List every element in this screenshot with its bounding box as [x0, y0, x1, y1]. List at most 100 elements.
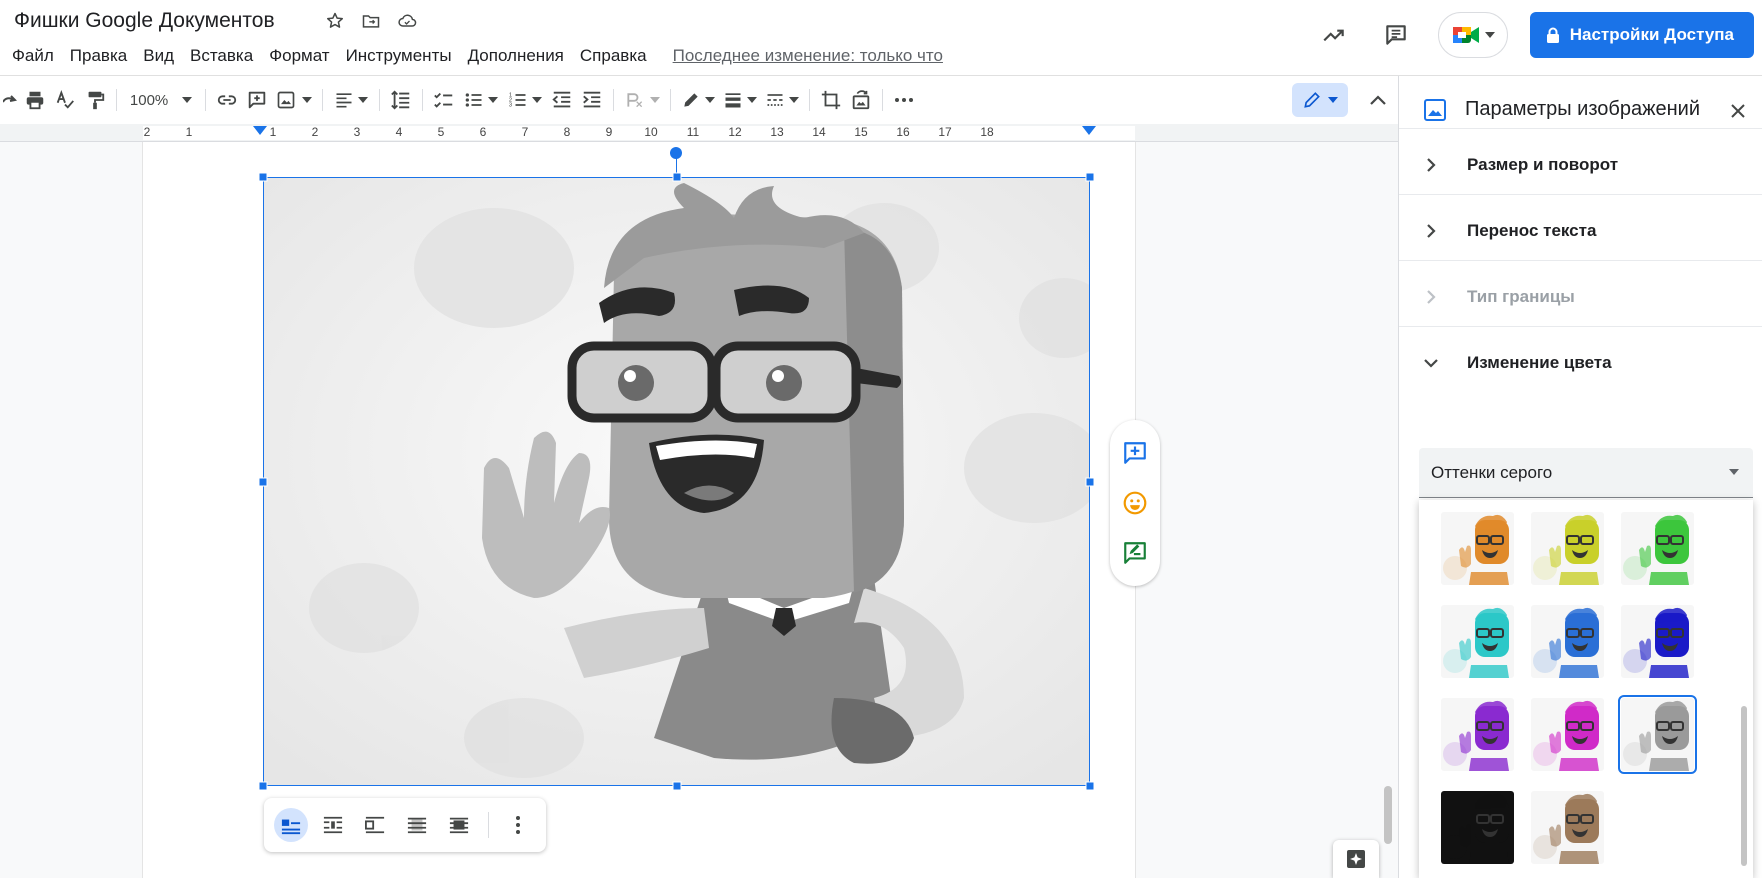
chevron-down-icon [1328, 97, 1338, 103]
crop-icon[interactable] [816, 84, 846, 116]
redo-icon[interactable] [0, 84, 20, 116]
menu-addons[interactable]: Дополнения [460, 44, 572, 68]
resize-handle-bottom[interactable] [672, 781, 681, 791]
share-button[interactable]: Настройки Доступа [1529, 12, 1754, 58]
suggest-edits-icon[interactable] [1117, 535, 1153, 571]
numbered-list-button[interactable]: 123 [503, 84, 547, 116]
ruler-number: 3 [353, 125, 361, 139]
menu-help[interactable]: Справка [572, 44, 655, 68]
ruler-number: 14 [812, 125, 826, 139]
recolor-swatch-grayscale[interactable] [1618, 695, 1697, 774]
decrease-indent-icon[interactable] [547, 84, 577, 116]
print-icon[interactable] [20, 84, 50, 116]
comment-history-icon[interactable] [1376, 15, 1416, 55]
recolor-swatch-purple[interactable] [1441, 698, 1514, 771]
last-edit-link[interactable]: Последнее изменение: только что [673, 46, 943, 66]
move-to-folder-icon[interactable] [358, 8, 384, 34]
left-indent-marker[interactable] [253, 126, 267, 135]
bulleted-list-button[interactable] [459, 84, 503, 116]
recolor-swatch-cyan[interactable] [1441, 605, 1514, 678]
meet-button[interactable] [1437, 12, 1508, 58]
recolor-swatch-green[interactable] [1621, 512, 1694, 585]
clear-formatting-button[interactable] [620, 84, 664, 116]
resize-handle-right[interactable] [1085, 477, 1095, 486]
menu-bar: Файл Правка Вид Вставка Формат Инструмен… [4, 44, 943, 68]
in-front-of-text-icon[interactable] [442, 808, 476, 842]
recolor-swatch-dark-blue[interactable] [1621, 605, 1694, 678]
align-button[interactable] [329, 84, 373, 116]
menu-file[interactable]: Файл [4, 44, 62, 68]
explore-button[interactable] [1333, 840, 1379, 878]
popup-scrollbar[interactable] [1741, 706, 1747, 866]
add-comment-floating-icon[interactable] [1117, 435, 1153, 471]
resize-handle-bottom-left[interactable] [258, 781, 268, 791]
resize-handle-top[interactable] [672, 172, 681, 182]
cloud-saved-icon[interactable] [394, 8, 420, 34]
insert-link-icon[interactable] [212, 84, 242, 116]
resize-handle-top-left[interactable] [258, 172, 268, 182]
activity-dashboard-icon[interactable] [1314, 15, 1354, 55]
ruler-number: 8 [563, 125, 571, 139]
menu-view[interactable]: Вид [135, 44, 182, 68]
menu-insert[interactable]: Вставка [182, 44, 261, 68]
chevron-down-icon [1421, 353, 1441, 373]
section-label: Перенос текста [1467, 220, 1597, 240]
chevron-down-icon [358, 97, 368, 103]
break-text-icon[interactable] [358, 808, 392, 842]
recolor-swatch-yellow[interactable] [1531, 512, 1604, 585]
rotate-handle[interactable] [670, 147, 682, 159]
resize-handle-top-right[interactable] [1085, 172, 1095, 182]
recolor-swatch-blue[interactable] [1531, 605, 1604, 678]
more-vert-icon[interactable] [501, 808, 535, 842]
dropdown-arrow-icon [1729, 469, 1739, 475]
horizontal-ruler[interactable]: 2 1 1 2 3 4 5 6 7 8 9 10 11 12 13 14 15 16 17 18 [0, 124, 1398, 142]
recolor-dropdown[interactable]: Оттенки серого [1419, 448, 1753, 498]
menu-tools[interactable]: Инструменты [338, 44, 460, 68]
menu-format[interactable]: Формат [261, 44, 337, 68]
insert-image-button[interactable] [272, 84, 316, 116]
resize-handle-bottom-right[interactable] [1085, 781, 1095, 791]
spellcheck-icon[interactable] [50, 84, 80, 116]
wrap-text-icon[interactable] [316, 808, 350, 842]
star-icon[interactable] [322, 8, 348, 34]
recolor-swatch-orange[interactable] [1441, 512, 1514, 585]
swatch-preview [1441, 791, 1514, 864]
paint-format-icon[interactable] [80, 84, 110, 116]
recolor-swatch-magenta[interactable] [1531, 698, 1604, 771]
hide-menus-button[interactable] [1362, 84, 1394, 116]
section-recolor[interactable]: Изменение цвета [1399, 326, 1762, 398]
right-indent-marker[interactable] [1082, 126, 1096, 135]
checklist-icon[interactable] [429, 84, 459, 116]
increase-indent-icon[interactable] [577, 84, 607, 116]
close-icon[interactable] [1721, 94, 1755, 128]
swatch-preview [1531, 791, 1604, 864]
border-color-button[interactable] [677, 84, 719, 116]
replace-image-icon[interactable] [846, 84, 876, 116]
chevron-down-icon [747, 97, 757, 103]
section-size-rotation[interactable]: Размер и поворот [1399, 128, 1762, 200]
editing-mode-button[interactable] [1292, 83, 1348, 117]
pencil-icon [1304, 92, 1320, 108]
add-emoji-reaction-icon[interactable] [1117, 485, 1153, 521]
behind-text-icon[interactable] [400, 808, 434, 842]
add-comment-icon[interactable] [242, 84, 272, 116]
border-dash-button[interactable] [761, 84, 803, 116]
waving-character-illustration [264, 178, 1089, 785]
border-weight-button[interactable] [719, 84, 761, 116]
inline-wrap-icon[interactable] [274, 808, 308, 842]
section-text-wrapping[interactable]: Перенос текста [1399, 194, 1762, 266]
meet-icon [1452, 27, 1479, 43]
line-spacing-icon[interactable] [386, 84, 416, 116]
recolor-swatch-sepia[interactable] [1531, 791, 1604, 864]
swatch-preview [1441, 698, 1514, 771]
lock-icon [1546, 27, 1559, 43]
menu-edit[interactable]: Правка [62, 44, 135, 68]
resize-handle-left[interactable] [258, 477, 268, 486]
image-options-panel: Параметры изображений Размер и поворот П… [1398, 76, 1762, 878]
document-title[interactable]: Фишки Google Документов [14, 9, 275, 33]
selected-image[interactable] [258, 147, 1095, 791]
recolor-swatch-negative[interactable] [1441, 791, 1514, 864]
document-scrollbar[interactable] [1384, 786, 1392, 844]
more-options-icon[interactable] [889, 84, 919, 116]
zoom-select[interactable]: 100% [123, 84, 199, 116]
